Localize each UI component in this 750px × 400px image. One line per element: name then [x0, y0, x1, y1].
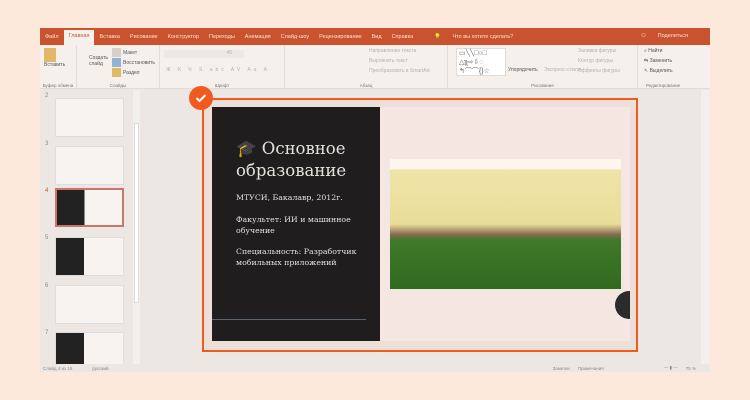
language-indicator[interactable]: русский	[92, 366, 108, 371]
ribbon: Вставить Буфер обмена Создать слайд Маке…	[40, 45, 710, 89]
thumbnail-slide-2[interactable]	[55, 98, 124, 137]
shape-effects-button[interactable]: Эффекты фигуры	[578, 68, 620, 74]
thumbnail-number: 6	[45, 283, 49, 289]
group-label: Шрифт	[214, 83, 230, 88]
thumbnail-number: 3	[45, 141, 49, 147]
replace-button[interactable]: ⇆ Заменить	[644, 58, 672, 64]
slide-thumbnails-panel: 2 3 4 5 6 7	[40, 90, 140, 371]
group-slides: Создать слайд Макет Восстановить Раздел …	[77, 45, 160, 89]
reset-button[interactable]: Восстановить	[112, 58, 155, 67]
group-label: Рисование	[531, 83, 554, 88]
tab-draw[interactable]: Рисование	[125, 34, 163, 40]
graduation-cap-icon: 🎓	[236, 139, 257, 158]
tab-insert[interactable]: Вставка	[94, 34, 124, 40]
smartart-button[interactable]: Преобразовать в SmartArt	[369, 68, 430, 74]
tab-view[interactable]: Вид	[367, 34, 387, 40]
lightbulb-icon: 💡	[434, 33, 442, 40]
slide-decoration-circle	[615, 291, 630, 319]
text-direction-button[interactable]: Направление текста	[369, 48, 416, 54]
cursor-icon: ↖	[644, 68, 649, 74]
group-label: Буфер обмена	[42, 83, 74, 88]
quick-styles-button[interactable]: Экспресс-стили	[544, 67, 581, 73]
thumbnail-slide-4[interactable]	[55, 188, 124, 227]
thumbnail-slide-3[interactable]	[55, 146, 124, 185]
group-label: Абзац	[359, 83, 373, 88]
select-button[interactable]: ↖ Выделить	[644, 68, 673, 74]
ribbon-tabs: Файл Главная Вставка Рисование Конструкт…	[40, 28, 710, 45]
group-drawing: ▭╲╲□○□ △ʅʅ⇨⇩◌ ↰⌒⌒{}☆ Упорядочить Экспресс-…	[448, 45, 638, 89]
slide-text-university[interactable]: МТУСИ, Бакалавр, 2012г.	[236, 193, 376, 204]
thumbnail-number: 5	[45, 235, 49, 241]
comments-button[interactable]: Примечания	[578, 366, 604, 371]
shape-fill-button[interactable]: Заливка фигуры	[578, 48, 616, 54]
layout-button[interactable]: Макет	[112, 48, 137, 57]
shapes-gallery[interactable]: ▭╲╲□○□ △ʅʅ⇨⇩◌ ↰⌒⌒{}☆	[456, 48, 506, 76]
tab-file[interactable]: Файл	[40, 34, 64, 40]
zoom-level[interactable]: 75 %	[686, 366, 696, 371]
university-building-photo[interactable]	[390, 159, 621, 289]
group-paragraph: Направление текста Выровнять текст Преоб…	[285, 45, 448, 89]
tab-home[interactable]: Главная	[63, 30, 95, 45]
slide-text-panel: 🎓 Основное образование МТУСИ, Бакалавр, …	[212, 107, 380, 341]
group-clipboard: Вставить Буфер обмена	[40, 45, 77, 89]
thumbnail-slide-5[interactable]	[55, 237, 124, 276]
thumbnail-number: 7	[45, 330, 49, 336]
person-icon: ⚇	[641, 33, 647, 39]
thumbnail-number: 2	[45, 93, 49, 99]
slide-scrollbar[interactable]	[701, 90, 710, 364]
tab-animations[interactable]: Анимация	[240, 34, 276, 40]
divider-line	[212, 319, 366, 320]
tab-help[interactable]: Справка	[387, 34, 419, 40]
tab-design[interactable]: Конструктор	[163, 34, 204, 40]
slide-text-faculty[interactable]: Факультет: ИИ и машинное обучение	[236, 215, 376, 236]
share-button[interactable]: ⚇ Поделиться	[631, 33, 698, 39]
tab-slideshow[interactable]: Слайд-шоу	[276, 34, 315, 40]
replace-icon: ⇆	[644, 58, 649, 64]
font-style-buttons[interactable]: Ж К Ч S abc AV Aa A	[166, 67, 270, 73]
clipboard-icon	[44, 48, 56, 62]
thumbnail-scroll-thumb[interactable]	[134, 123, 139, 303]
notes-button[interactable]: Заметки	[553, 366, 570, 371]
reset-icon	[112, 58, 121, 67]
font-size-select[interactable]: 45	[164, 50, 244, 58]
group-label: Слайды	[109, 83, 127, 88]
section-icon	[112, 68, 121, 77]
thumbnail-number: 4	[45, 188, 49, 194]
group-editing: ⌕ Найти ⇆ Заменить ↖ Выделить Редактиров…	[638, 45, 688, 89]
status-bar: Слайд 4 из 15 русский Заметки Примечания…	[40, 364, 710, 372]
shape-outline-button[interactable]: Контур фигуры	[578, 58, 613, 64]
tab-review[interactable]: Рецензирование	[314, 34, 366, 40]
checkmark-icon	[189, 86, 213, 110]
slide-title[interactable]: 🎓 Основное образование	[236, 138, 386, 182]
search-icon: ⌕	[644, 48, 647, 54]
zoom-slider[interactable]: — ▮ —	[664, 365, 678, 371]
thumbnail-slide-6[interactable]	[55, 285, 124, 324]
section-button[interactable]: Раздел	[112, 68, 140, 77]
align-text-button[interactable]: Выровнять текст	[369, 58, 408, 64]
slide-canvas[interactable]: 🎓 Основное образование МТУСИ, Бакалавр, …	[212, 107, 630, 341]
slide-counter: Слайд 4 из 15	[43, 365, 73, 371]
paste-button[interactable]: Вставить	[44, 48, 65, 68]
arrange-button[interactable]: Упорядочить	[508, 67, 538, 73]
find-button[interactable]: ⌕ Найти	[644, 48, 662, 54]
slide-text-specialty[interactable]: Специальность: Разработчик мобильных при…	[236, 247, 376, 268]
tab-transitions[interactable]: Переходы	[204, 34, 240, 40]
new-slide-button[interactable]: Создать слайд	[89, 55, 111, 67]
layout-icon	[112, 48, 121, 57]
tell-me-search[interactable]: 💡 Что вы хотите сделать?	[424, 34, 523, 40]
group-font: 45 Ж К Ч S abc AV Aa A Шрифт	[160, 45, 285, 89]
group-label: Редактирование	[645, 83, 681, 88]
